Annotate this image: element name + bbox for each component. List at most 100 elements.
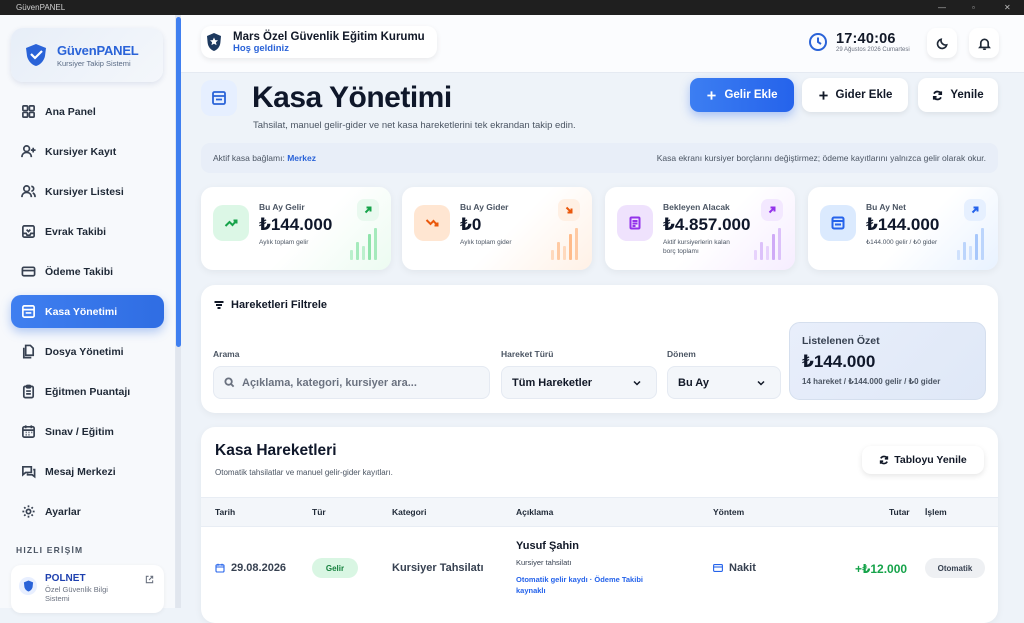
arrow-up-right-icon[interactable] (964, 199, 986, 221)
stat-subtitle: Aylık toplam gider (460, 239, 512, 246)
filter-title: Hareketleri Filtrele (213, 299, 327, 311)
row-name: Yusuf Şahin (516, 540, 579, 552)
maximize-icon[interactable]: ▫ (972, 0, 975, 15)
quick-link-subtitle: Özel Güvenlik Bilgi Sistemi (45, 585, 108, 603)
column-header[interactable]: Açıklama (516, 507, 553, 517)
user-plus-icon (21, 145, 36, 158)
minimize-icon[interactable]: — (938, 0, 946, 15)
brand-card[interactable]: GüvenPANEL Kursiyer Takip Sistemi (11, 28, 163, 82)
table-refresh-button[interactable]: Tabloyu Yenile (862, 446, 984, 474)
page-description: Tahsilat, manuel gelir-gider ve net kasa… (253, 120, 576, 131)
sidebar-item-label: Dosya Yönetimi (45, 345, 124, 358)
sidebar-item-kasa-yonetimi[interactable]: Kasa Yönetimi (11, 295, 164, 328)
close-icon[interactable]: ✕ (1004, 0, 1011, 15)
clock-time: 17:40:06 (836, 31, 896, 47)
quick-link-name: POLNET (45, 573, 86, 584)
table-header: Tarih Tür Kategori Açıklama Yöntem Tutar… (201, 497, 998, 527)
search-input[interactable]: Açıklama, kategori, kursiyer ara... (213, 366, 490, 399)
cash-register-icon (820, 205, 856, 241)
sidebar-item-label: Mesaj Merkezi (45, 465, 116, 478)
column-header[interactable]: Tutar (889, 507, 910, 517)
add-income-button[interactable]: Gelir Ekle (690, 78, 794, 112)
context-branch: Merkez (287, 153, 317, 163)
table-title: Kasa Hareketleri (215, 442, 337, 459)
row-source-link[interactable]: Otomatik gelir kaydı · Ödeme Takibi kayn… (516, 574, 656, 596)
column-header[interactable]: Yöntem (713, 507, 744, 517)
refresh-label: Yenile (950, 89, 984, 101)
sidebar-item-label: Kursiyer Listesi (45, 185, 124, 198)
topbar: Mars Özel Güvenlik Eğitim Kurumu Hoş gel… (181, 15, 1024, 73)
sidebar-item-label: Eğitmen Puantajı (45, 385, 131, 398)
context-infobar: Aktif kasa bağlamı: Merkez Kasa ekranı k… (201, 143, 998, 173)
table-row[interactable]: 29.08.2026 Gelir Kursiyer Tahsilatı Yusu… (201, 527, 998, 623)
sidebar-item-label: Evrak Takibi (45, 225, 107, 238)
sidebar-item-mesaj-merkezi[interactable]: Mesaj Merkezi (11, 455, 164, 488)
chevron-down-icon (633, 380, 641, 386)
context-note: Kasa ekranı kursiyer borçlarını değiştir… (656, 153, 986, 163)
stat-value: ₺0 (460, 215, 482, 234)
sidebar-item-kursiyer-kayit[interactable]: Kursiyer Kayıt (11, 135, 164, 168)
brand-subtitle: Kursiyer Takip Sistemi (57, 58, 131, 68)
row-category: Kursiyer Tahsilatı (392, 562, 484, 574)
org-card: Mars Özel Güvenlik Eğitim Kurumu Hoş gel… (201, 26, 437, 58)
column-header[interactable]: Tarih (215, 507, 235, 517)
arrow-down-right-icon[interactable] (558, 199, 580, 221)
decorative-bars (551, 228, 578, 260)
refresh-button[interactable]: Yenile (918, 78, 998, 112)
stat-value: ₺4.857.000 (663, 215, 751, 234)
sidebar-item-ayarlar[interactable]: Ayarlar (11, 495, 164, 528)
listed-summary: Listelenen Özet ₺144.000 14 hareket / ₺1… (789, 322, 986, 400)
type-select[interactable]: Tüm Hareketler (501, 366, 657, 399)
period-select[interactable]: Bu Ay (667, 366, 781, 399)
sidebar-item-label: Sınav / Eğitim (45, 425, 114, 438)
theme-toggle-button[interactable] (927, 28, 957, 58)
summary-title: Listelenen Özet (802, 335, 880, 347)
document-icon (617, 205, 653, 241)
sidebar-item-label: Ödeme Takibi (45, 265, 114, 278)
sidebar-item-sinav-egitim[interactable]: Sınav / Eğitim (11, 415, 164, 448)
table-refresh-label: Tabloyu Yenile (894, 454, 967, 466)
add-income-label: Gelir Ekle (724, 89, 778, 101)
stat-subtitle: Aktif kursiyerlerin kalan borç toplamı (663, 239, 730, 255)
arrow-up-right-icon[interactable] (761, 199, 783, 221)
sidebar-item-ana-panel[interactable]: Ana Panel (11, 95, 164, 128)
decorative-bars (957, 228, 984, 260)
shield-icon (19, 577, 37, 595)
row-method-text: Nakit (729, 562, 756, 574)
search-label: Arama (213, 349, 240, 359)
stat-label: Bekleyen Alacak (663, 202, 730, 212)
inbox-icon (22, 225, 35, 238)
period-select-value: Bu Ay (678, 376, 709, 389)
column-header[interactable]: Kategori (392, 507, 426, 517)
period-label: Dönem (667, 349, 696, 359)
sidebar-item-label: Kasa Yönetimi (45, 305, 118, 318)
external-link-icon (145, 575, 154, 584)
sidebar-item-egitmen-puantaji[interactable]: Eğitmen Puantajı (11, 375, 164, 408)
refresh-icon (880, 455, 889, 465)
column-header[interactable]: Tür (312, 507, 326, 517)
calendar-icon (22, 425, 35, 438)
calendar-icon (215, 563, 225, 573)
stat-label: Bu Ay Gider (460, 202, 509, 212)
add-expense-button[interactable]: Gider Ekle (802, 78, 908, 112)
notifications-button[interactable] (969, 28, 999, 58)
sidebar-nav: Ana Panel Kursiyer Kayıt Kursiyer Listes… (11, 95, 164, 535)
clipboard-icon (22, 384, 35, 399)
arrow-up-right-icon[interactable] (357, 199, 379, 221)
sidebar-item-odeme-takibi[interactable]: Ödeme Takibi (11, 255, 164, 288)
org-name: Mars Özel Güvenlik Eğitim Kurumu (233, 30, 425, 43)
credit-card-icon (21, 266, 36, 277)
sidebar-item-evrak-takibi[interactable]: Evrak Takibi (11, 215, 164, 248)
cash-register-icon (201, 80, 237, 116)
action-badge[interactable]: Otomatik (925, 558, 985, 578)
sidebar-item-kursiyer-listesi[interactable]: Kursiyer Listesi (11, 175, 164, 208)
stat-value: ₺144.000 (866, 215, 940, 234)
bell-icon (977, 38, 991, 50)
column-header[interactable]: İşlem (925, 507, 947, 517)
summary-subtitle: 14 hareket / ₺144.000 gelir / ₺0 gider (802, 377, 941, 386)
summary-value: ₺144.000 (802, 352, 876, 371)
sidebar-item-dosya-yonetimi[interactable]: Dosya Yönetimi (11, 335, 164, 368)
clock: 17:40:06 29 Ağustos 2026 Cumartesi (808, 31, 910, 53)
table-subtitle: Otomatik tahsilatlar ve manuel gelir-gid… (215, 468, 393, 477)
quick-link-polnet[interactable]: POLNET Özel Güvenlik Bilgi Sistemi (11, 565, 164, 613)
